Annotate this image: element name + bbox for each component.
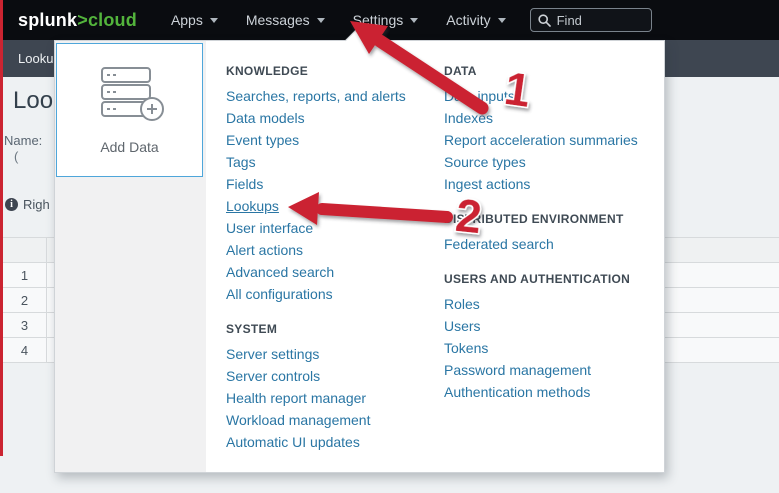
menu-item-source-types[interactable]: Source types <box>444 151 662 173</box>
menu-item-server-settings[interactable]: Server settings <box>226 343 444 365</box>
menu-item-fields[interactable]: Fields <box>226 173 444 195</box>
caret-down-icon <box>210 18 218 23</box>
nav-apps-menu[interactable]: Apps <box>157 0 232 40</box>
menu-item-data-models[interactable]: Data models <box>226 107 444 129</box>
menu-item-ingest-actions[interactable]: Ingest actions <box>444 173 662 195</box>
menu-item-lookups[interactable]: Lookups <box>226 195 444 217</box>
truncated-control: ( <box>14 149 18 164</box>
menu-item-password-management[interactable]: Password management <box>444 359 662 381</box>
menu-item-workload-management[interactable]: Workload management <box>226 409 444 431</box>
nav-activity-label: Activity <box>446 12 490 28</box>
row-number: 1 <box>3 263 47 287</box>
menu-section-system: SYSTEM Server settings Server controls H… <box>226 321 444 453</box>
screen-capture-edge-line <box>0 0 3 456</box>
menu-section-users-authentication: USERS AND AUTHENTICATION Roles Users Tok… <box>444 271 662 403</box>
menu-item-tokens[interactable]: Tokens <box>444 337 662 359</box>
menu-section-knowledge: KNOWLEDGE Searches, reports, and alerts … <box>226 63 444 305</box>
nav-apps-label: Apps <box>171 12 203 28</box>
menu-item-alert-actions[interactable]: Alert actions <box>226 239 444 261</box>
menu-item-federated-search[interactable]: Federated search <box>444 233 662 255</box>
nav-settings-label: Settings <box>353 12 404 28</box>
logo-splunk-text: splunk <box>18 10 77 30</box>
section-header-distributed-environment: DISTRIBUTED ENVIRONMENT <box>444 211 662 227</box>
add-data-label: Add Data <box>100 139 158 155</box>
section-header-users-authentication: USERS AND AUTHENTICATION <box>444 271 662 287</box>
info-icon: i <box>5 198 18 211</box>
menu-item-advanced-search[interactable]: Advanced search <box>226 261 444 283</box>
nav-activity-menu[interactable]: Activity <box>432 0 519 40</box>
info-row: i Righ <box>5 197 50 212</box>
menu-column-knowledge-system: KNOWLEDGE Searches, reports, and alerts … <box>226 63 444 469</box>
menu-item-data-inputs[interactable]: Data inputs <box>444 85 662 107</box>
dropdown-left-column: Add Data <box>55 41 206 472</box>
section-header-knowledge: KNOWLEDGE <box>226 63 444 79</box>
app-bar-title: Looku <box>18 51 53 66</box>
row-number: 3 <box>3 313 47 337</box>
caret-down-icon <box>498 18 506 23</box>
info-text: Righ <box>23 197 50 212</box>
find-input[interactable] <box>557 13 643 28</box>
menu-item-authentication-methods[interactable]: Authentication methods <box>444 381 662 403</box>
top-nav-bar: splunk>cloud Apps Messages Settings Acti… <box>0 0 779 40</box>
menu-item-health-report-manager[interactable]: Health report manager <box>226 387 444 409</box>
settings-dropdown-menu: Add Data KNOWLEDGE Searches, reports, an… <box>54 40 665 473</box>
section-header-data: DATA <box>444 63 662 79</box>
caret-down-icon <box>317 18 325 23</box>
logo-gt-text: > <box>77 10 88 30</box>
row-number-header <box>3 238 47 262</box>
find-search-box[interactable] <box>530 8 652 32</box>
add-data-icon <box>93 65 167 125</box>
caret-down-icon <box>410 18 418 23</box>
menu-section-data: DATA Data inputs Indexes Report accelera… <box>444 63 662 195</box>
menu-item-event-types[interactable]: Event types <box>226 129 444 151</box>
logo-cloud-text: cloud <box>88 10 137 30</box>
search-icon <box>538 14 551 27</box>
splunk-cloud-logo[interactable]: splunk>cloud <box>18 10 137 31</box>
menu-item-users[interactable]: Users <box>444 315 662 337</box>
add-data-button[interactable]: Add Data <box>56 43 203 177</box>
menu-item-report-acceleration-summaries[interactable]: Report acceleration summaries <box>444 129 662 151</box>
menu-column-data-users: DATA Data inputs Indexes Report accelera… <box>444 63 662 419</box>
menu-item-server-controls[interactable]: Server controls <box>226 365 444 387</box>
menu-item-roles[interactable]: Roles <box>444 293 662 315</box>
page-title: Loo <box>13 87 53 115</box>
nav-messages-label: Messages <box>246 12 310 28</box>
menu-item-all-configurations[interactable]: All configurations <box>226 283 444 305</box>
nav-messages-menu[interactable]: Messages <box>232 0 339 40</box>
menu-item-tags[interactable]: Tags <box>226 151 444 173</box>
section-header-system: SYSTEM <box>226 321 444 337</box>
row-number: 2 <box>3 288 47 312</box>
menu-item-user-interface[interactable]: User interface <box>226 217 444 239</box>
row-number: 4 <box>3 338 47 362</box>
menu-section-distributed-environment: DISTRIBUTED ENVIRONMENT Federated search <box>444 211 662 255</box>
name-label: Name: <box>4 133 42 148</box>
menu-item-automatic-ui-updates[interactable]: Automatic UI updates <box>226 431 444 453</box>
menu-item-searches-reports-alerts[interactable]: Searches, reports, and alerts <box>226 85 444 107</box>
menu-item-indexes[interactable]: Indexes <box>444 107 662 129</box>
